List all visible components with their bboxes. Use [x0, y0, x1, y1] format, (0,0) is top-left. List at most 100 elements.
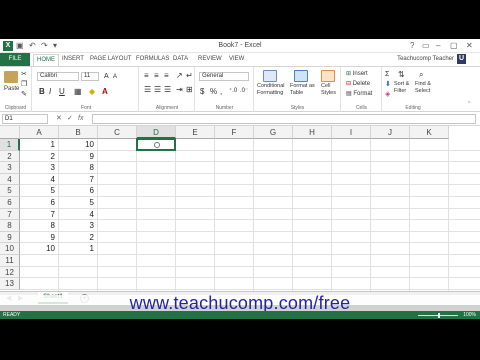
- cell-b10[interactable]: 1: [59, 243, 94, 255]
- row-header-11[interactable]: 11: [0, 255, 20, 267]
- cell-b2[interactable]: 9: [59, 151, 94, 163]
- column-header-b[interactable]: B: [59, 126, 98, 139]
- row-header-7[interactable]: 7: [0, 208, 20, 221]
- tab-formulas[interactable]: FORMULAS: [136, 55, 169, 64]
- cell-a1[interactable]: 1: [20, 139, 55, 151]
- ribbon-display-icon[interactable]: ▭: [422, 40, 430, 52]
- row-header-1[interactable]: 1: [0, 139, 20, 151]
- bold-button[interactable]: B: [39, 87, 45, 96]
- column-header-a[interactable]: A: [20, 126, 59, 139]
- row-header-4[interactable]: 4: [0, 173, 20, 186]
- font-name-dropdown[interactable]: Calibri: [37, 72, 79, 81]
- enter-icon[interactable]: ✓: [67, 114, 73, 124]
- align-top-icon[interactable]: ≡: [144, 71, 149, 80]
- name-box[interactable]: D1: [2, 114, 48, 124]
- underline-button[interactable]: U: [59, 87, 65, 96]
- cell-b6[interactable]: 5: [59, 197, 94, 209]
- cancel-icon[interactable]: ✕: [56, 114, 62, 124]
- column-header-e[interactable]: E: [176, 126, 215, 139]
- cell-styles-button[interactable]: Cell Styles: [321, 83, 336, 97]
- tab-view[interactable]: VIEW: [229, 55, 244, 64]
- format-painter-icon[interactable]: ✎: [21, 90, 27, 99]
- zoom-slider-thumb[interactable]: [438, 313, 440, 318]
- indent-icon[interactable]: ⇥: [176, 85, 183, 94]
- column-header-g[interactable]: G: [254, 126, 293, 139]
- increase-decimal-icon[interactable]: ⁺.0: [229, 87, 237, 96]
- cell-b9[interactable]: 2: [59, 232, 94, 244]
- align-middle-icon[interactable]: ≡: [154, 71, 159, 80]
- find-select-icon[interactable]: ⌕: [419, 70, 423, 79]
- row-header-9[interactable]: 9: [0, 231, 20, 244]
- column-header-c[interactable]: C: [98, 126, 137, 139]
- sort-filter-icon[interactable]: ⇅: [398, 70, 405, 79]
- tab-page-layout[interactable]: PAGE LAYOUT: [90, 55, 131, 64]
- help-icon[interactable]: ?: [410, 40, 414, 52]
- user-avatar-icon[interactable]: U: [457, 54, 466, 64]
- decrease-decimal-icon[interactable]: .0⁻: [240, 87, 248, 96]
- format-as-table-button[interactable]: Format as Table: [290, 83, 315, 97]
- zoom-level[interactable]: 100%: [463, 311, 476, 319]
- clear-icon[interactable]: ◈: [385, 90, 390, 99]
- cell-b5[interactable]: 6: [59, 185, 94, 197]
- copy-icon[interactable]: ❐: [21, 80, 27, 89]
- conditional-formatting-button[interactable]: Conditional Formatting: [257, 83, 285, 97]
- cell-b3[interactable]: 8: [59, 162, 94, 174]
- row-header-13[interactable]: 13: [0, 278, 20, 290]
- align-center-icon[interactable]: ☰: [154, 85, 161, 94]
- tab-file[interactable]: FILE: [0, 53, 30, 66]
- column-header-j[interactable]: J: [371, 126, 410, 139]
- select-all-corner[interactable]: [0, 126, 20, 139]
- sort-filter-button[interactable]: Sort & Filter: [394, 81, 409, 95]
- formula-input[interactable]: [92, 114, 476, 124]
- minimize-icon[interactable]: –: [436, 40, 440, 52]
- find-select-button[interactable]: Find & Select: [415, 81, 431, 95]
- tab-data[interactable]: DATA: [173, 55, 188, 64]
- align-right-icon[interactable]: ☰: [164, 85, 171, 94]
- merge-center-icon[interactable]: ⊞: [186, 85, 193, 94]
- cell-b1[interactable]: 10: [59, 139, 94, 151]
- grow-font-icon[interactable]: A: [104, 72, 109, 81]
- wrap-text-icon[interactable]: ↵: [186, 71, 193, 80]
- paste-icon[interactable]: [4, 71, 18, 83]
- collapse-ribbon-icon[interactable]: ˆ: [468, 101, 470, 110]
- column-header-i[interactable]: I: [332, 126, 371, 139]
- orientation-icon[interactable]: ↗: [176, 71, 183, 80]
- insert-function-icon[interactable]: fx: [78, 114, 83, 124]
- cell-styles-icon[interactable]: [321, 70, 335, 82]
- cut-icon[interactable]: ✂: [21, 70, 27, 79]
- row-header-3[interactable]: 3: [0, 162, 20, 174]
- shrink-font-icon[interactable]: A: [113, 73, 117, 82]
- cell-a5[interactable]: 5: [20, 185, 55, 197]
- cell-b8[interactable]: 3: [59, 220, 94, 232]
- borders-icon[interactable]: ▦: [74, 87, 82, 96]
- cell-a7[interactable]: 7: [20, 209, 55, 221]
- cell-b4[interactable]: 7: [59, 174, 94, 186]
- conditional-formatting-icon[interactable]: [263, 70, 277, 82]
- paste-button[interactable]: Paste: [4, 85, 19, 93]
- cell-a6[interactable]: 6: [20, 197, 55, 209]
- row-header-12[interactable]: 12: [0, 266, 20, 279]
- insert-cells-button[interactable]: ⊞ Insert: [346, 70, 368, 78]
- tab-insert[interactable]: INSERT: [62, 55, 84, 64]
- number-format-dropdown[interactable]: General: [199, 72, 249, 81]
- align-bottom-icon[interactable]: ≡: [164, 71, 169, 80]
- row-header-8[interactable]: 8: [0, 220, 20, 232]
- column-header-h[interactable]: H: [293, 126, 332, 139]
- column-header-k[interactable]: K: [410, 126, 449, 139]
- cell-a2[interactable]: 2: [20, 151, 55, 163]
- format-as-table-icon[interactable]: [294, 70, 308, 82]
- restore-icon[interactable]: ▢: [450, 40, 458, 52]
- align-left-icon[interactable]: ☰: [144, 85, 151, 94]
- tab-home[interactable]: HOME: [33, 54, 59, 66]
- autosum-icon[interactable]: Σ: [385, 70, 389, 79]
- fill-color-icon[interactable]: ◆: [89, 87, 95, 96]
- format-cells-button[interactable]: ▤ Format: [346, 90, 372, 98]
- worksheet-grid[interactable]: A B C D E F G H I J K 1 2 3 4 5 6 7 8 9 10 11 12 13 1 2 3 4 5 6 7 8 9 10 1…: [0, 126, 480, 291]
- cell-a10[interactable]: 10: [20, 243, 55, 255]
- cell-a9[interactable]: 9: [20, 232, 55, 244]
- font-color-icon[interactable]: A: [102, 87, 108, 96]
- user-name[interactable]: Teachucomp Teacher: [397, 56, 454, 62]
- cell-a4[interactable]: 4: [20, 174, 55, 186]
- fill-icon[interactable]: ⬇: [385, 80, 391, 89]
- percent-button[interactable]: %: [210, 87, 217, 96]
